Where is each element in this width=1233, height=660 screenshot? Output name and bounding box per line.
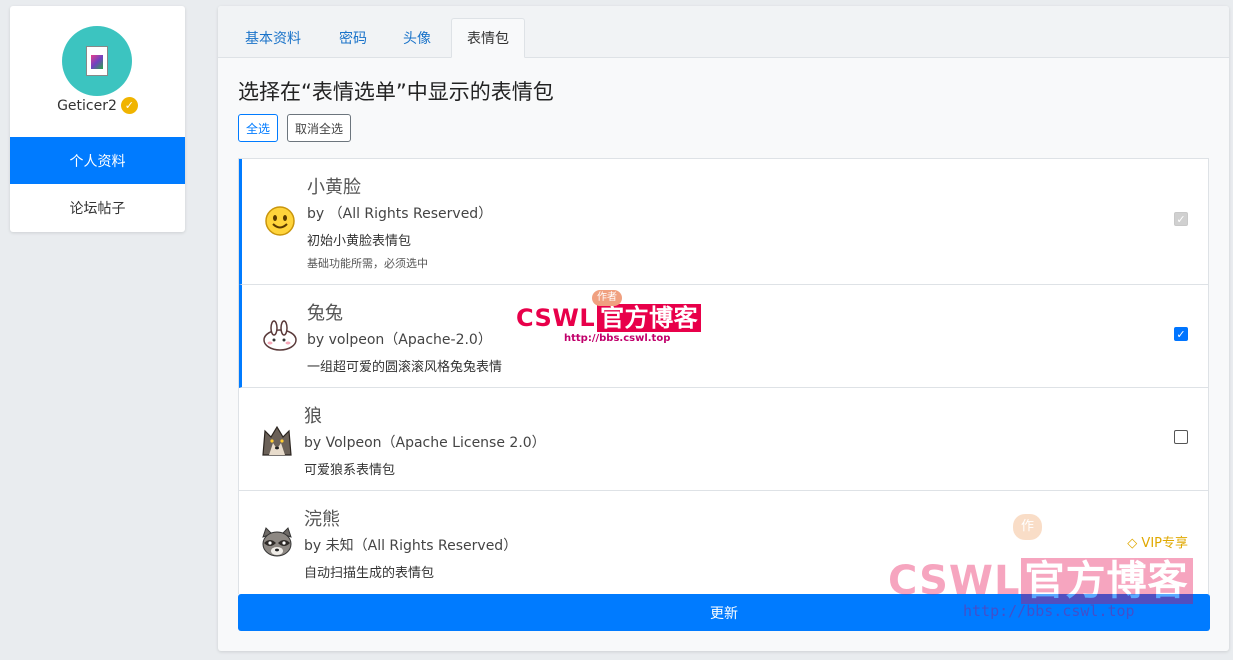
pack-title: 浣熊 [304,509,340,530]
pack-note: 基础功能所需，必须选中 [307,257,428,270]
raccoon-icon [259,524,295,560]
pack-title: 狼 [304,406,322,427]
deselect-all-button[interactable]: 取消全选 [287,114,352,142]
page-title: 选择在“表情选单”中显示的表情包 [238,80,554,104]
vip-badge: ◇ VIP专享 [1127,532,1188,551]
vip-badge-label: VIP专享 [1141,536,1188,551]
pack-author: by Volpeon（Apache License 2.0） [304,435,546,451]
pack-description: 一组超可爱的圆滚滚风格兔兔表情 [307,360,503,375]
pack-checkbox[interactable] [1174,430,1188,444]
list-item[interactable]: 浣熊 by 未知（All Rights Reserved） 自动扫描生成的表情包… [239,491,1208,594]
smiley-face-icon [262,203,298,239]
diamond-icon: ◇ [1127,536,1138,551]
username-row: Geticer2 ✓ [10,97,185,114]
avatar[interactable] [62,26,132,96]
update-button[interactable]: 更新 [238,594,1210,631]
nav-item-forum-posts[interactable]: 论坛帖子 [10,184,185,231]
tab-basic-info[interactable]: 基本资料 [230,18,316,58]
tab-password[interactable]: 密码 [324,18,382,58]
sticker-pack-list: 小黄脸 by （All Rights Reserved） 初始小黄脸表情包 基础… [238,158,1209,594]
pack-title: 兔兔 [307,303,343,324]
username: Geticer2 [57,97,117,114]
nav-item-profile[interactable]: 个人资料 [10,137,185,184]
list-item[interactable]: 狼 by Volpeon（Apache License 2.0） 可爱狼系表情包 [239,388,1208,491]
pack-author: by volpeon（Apache-2.0） [307,332,492,348]
pack-title: 小黄脸 [307,177,361,198]
pack-checkbox[interactable]: ✓ [1174,327,1188,341]
pack-description: 可爱狼系表情包 [304,463,396,478]
pack-checkbox: ✓ [1174,212,1188,226]
bunny-icon [262,318,298,354]
pack-description: 初始小黄脸表情包 [307,234,412,249]
profile-card: Geticer2 ✓ 个人资料 论坛帖子 [10,6,185,232]
list-item[interactable]: 小黄脸 by （All Rights Reserved） 初始小黄脸表情包 基础… [239,159,1208,285]
select-all-button[interactable]: 全选 [238,114,279,142]
tab-bar: 基本资料 密码 头像 表情包 [218,6,1229,58]
tab-sticker-packs[interactable]: 表情包 [451,18,525,58]
broken-image-icon [86,46,108,76]
pack-author: by （All Rights Reserved） [307,206,493,222]
pack-description: 自动扫描生成的表情包 [304,566,435,581]
list-item[interactable]: 兔兔 by volpeon（Apache-2.0） 一组超可爱的圆滚滚风格兔兔表… [239,285,1208,388]
verified-check-icon: ✓ [120,97,138,114]
tab-avatar[interactable]: 头像 [388,18,446,58]
main-panel: 基本资料 密码 头像 表情包 选择在“表情选单”中显示的表情包 全选 取消全选 … [218,6,1229,651]
wolf-icon [259,421,295,457]
pack-author: by 未知（All Rights Reserved） [304,538,518,554]
